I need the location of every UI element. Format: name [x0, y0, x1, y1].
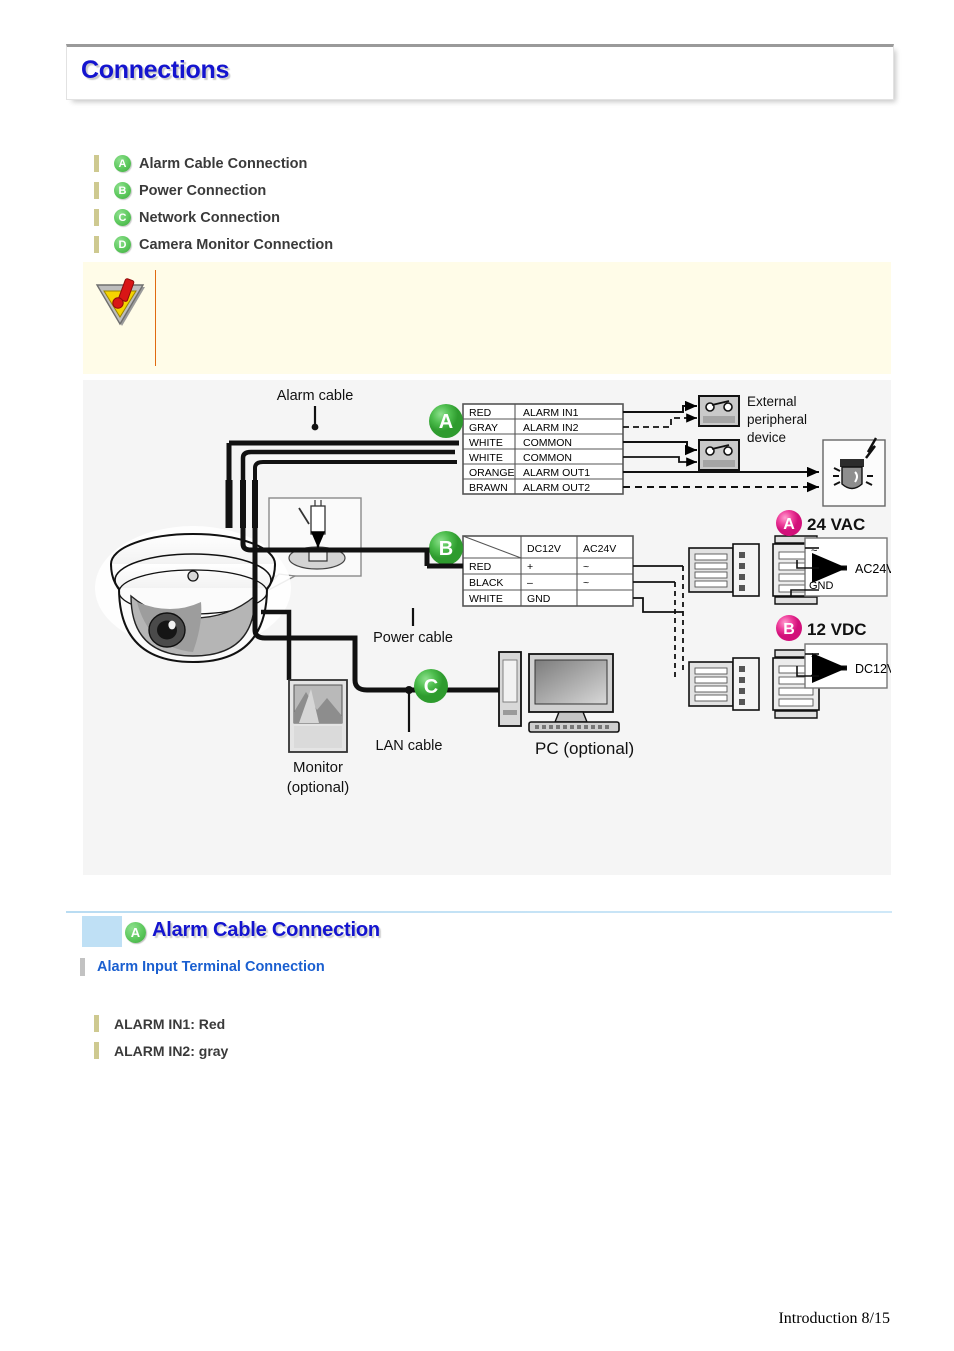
external-device-label-2: peripheral [747, 412, 807, 427]
list-item-label: Power Connection [139, 182, 267, 199]
power-wire-table: DC12V AC24V RED + ~ BLACK – ~ WHITE GND [462, 535, 634, 607]
list-item-label: Network Connection [139, 209, 280, 226]
subsection-heading: Alarm Input Terminal Connection [80, 958, 325, 976]
power-row-dc: + [527, 561, 533, 573]
alarm-input-list: ALARM IN1: Red ALARM IN2: gray [94, 1010, 228, 1064]
pc-icon [498, 651, 620, 733]
dc-terminal-2: – [811, 669, 818, 681]
power-row-wire: BLACK [469, 577, 503, 589]
power-header-dc: DC12V [527, 543, 561, 555]
terminal-connector-dc [688, 649, 820, 719]
monitor-label-1: Monitor [293, 759, 343, 776]
diagram-callout-c: C [424, 676, 438, 698]
alarm-in2-label: ALARM IN2: gray [114, 1042, 229, 1059]
bullet-bar-icon [80, 958, 85, 976]
page-title-bar: Connections [66, 44, 894, 100]
power-source-title-b: 12 VDC [807, 620, 867, 639]
lan-cable-label: LAN cable [376, 738, 443, 754]
section-divider [66, 911, 892, 913]
power-cable-label: Power cable [373, 630, 453, 646]
alarm-row-wire: GRAY [469, 422, 498, 434]
list-item[interactable]: C Network Connection [94, 204, 694, 231]
alarm-row-function: ALARM OUT1 [523, 467, 590, 479]
section-accent-block [82, 916, 122, 947]
badge-b-icon: B [114, 182, 131, 199]
bullet-bar-icon [94, 1015, 99, 1032]
alarm-row-function: ALARM IN2 [523, 422, 579, 434]
monitor-icon [288, 679, 348, 753]
bullet-bar-icon [94, 1042, 99, 1059]
alarm-row-wire: RED [469, 407, 492, 419]
alarm-cable-label: Alarm cable [277, 388, 354, 404]
external-device-label-1: External [747, 394, 797, 409]
power-row-dc: – [527, 577, 533, 589]
terminal-connector-ac [688, 535, 820, 605]
page-title: Connections [81, 56, 230, 84]
alarm-row-function: COMMON [523, 452, 572, 464]
bullet-bar-icon [94, 209, 99, 226]
list-item[interactable]: B Power Connection [94, 177, 694, 204]
siren-icon [822, 437, 886, 507]
section-title: Alarm Cable Connection [152, 919, 380, 941]
external-device-label-3: device [747, 430, 786, 445]
list-item[interactable]: D Camera Monitor Connection [94, 231, 694, 258]
alarm-row-wire: WHITE [469, 452, 503, 464]
diagram-callout-a: A [439, 411, 453, 433]
connection-type-list: A Alarm Cable Connection B Power Connect… [94, 150, 694, 258]
pc-label: PC (optional) [535, 739, 634, 758]
alarm-row-wire: BRAWN [469, 482, 508, 494]
bullet-bar-icon [94, 236, 99, 253]
badge-a-icon: A [114, 155, 131, 172]
alarm-row-function: ALARM IN1 [523, 407, 579, 419]
ac-terminal-1: ~ [811, 545, 817, 557]
caution-triangle-icon [95, 278, 145, 326]
badge-d-icon: D [114, 236, 131, 253]
ac-terminal-2: ~ [811, 563, 817, 575]
alarm-wire-table: RED ALARM IN1 GRAY ALARM IN2 WHITE COMMO… [462, 403, 624, 495]
power-row-dc: GND [527, 593, 551, 605]
alarm-row-function: COMMON [523, 437, 572, 449]
power-row-ac: ~ [583, 561, 589, 573]
alarm-row-wire: ORANGE [469, 467, 515, 479]
bullet-bar-icon [94, 182, 99, 199]
diagram-callout-b: B [439, 538, 453, 560]
page-footer: Introduction 8/15 [778, 1310, 890, 1327]
alarm-row-wire: WHITE [469, 437, 503, 449]
badge-c-icon: C [114, 209, 131, 226]
power-source-badge-a: A [783, 516, 795, 533]
section-badge-a-icon: A [125, 922, 146, 943]
connection-diagram: Alarm cable RED ALARM IN1 GRAY ALARM IN2… [83, 380, 891, 875]
external-switch-icon [698, 395, 740, 427]
power-source-badge-b: B [783, 621, 795, 638]
note-divider [155, 270, 156, 366]
subsection-heading-label: Alarm Input Terminal Connection [97, 959, 325, 975]
list-item-label: Camera Monitor Connection [139, 236, 334, 253]
power-header-ac: AC24V [583, 543, 616, 555]
power-row-wire: WHITE [469, 593, 503, 605]
bullet-bar-icon [94, 155, 99, 172]
section-header: A Alarm Cable Connection [82, 916, 512, 947]
alarm-in1-label: ALARM IN1: Red [114, 1015, 226, 1032]
dc-terminal-1: + [811, 651, 817, 663]
external-switch-icon [698, 439, 740, 471]
list-item: ALARM IN2: gray [94, 1037, 228, 1064]
dc-output-label: DC12V [855, 662, 891, 676]
power-row-ac: ~ [583, 577, 589, 589]
list-item[interactable]: A Alarm Cable Connection [94, 150, 694, 177]
power-row-wire: RED [469, 561, 492, 573]
alarm-row-function: ALARM OUT2 [523, 482, 590, 494]
list-item: ALARM IN1: Red [94, 1010, 228, 1037]
list-item-label: Alarm Cable Connection [139, 155, 308, 172]
ac-output-label: AC24V [855, 562, 891, 576]
monitor-label-2: (optional) [287, 779, 350, 796]
power-source-title-a: 24 VAC [807, 515, 865, 534]
caution-note-box [83, 262, 891, 374]
